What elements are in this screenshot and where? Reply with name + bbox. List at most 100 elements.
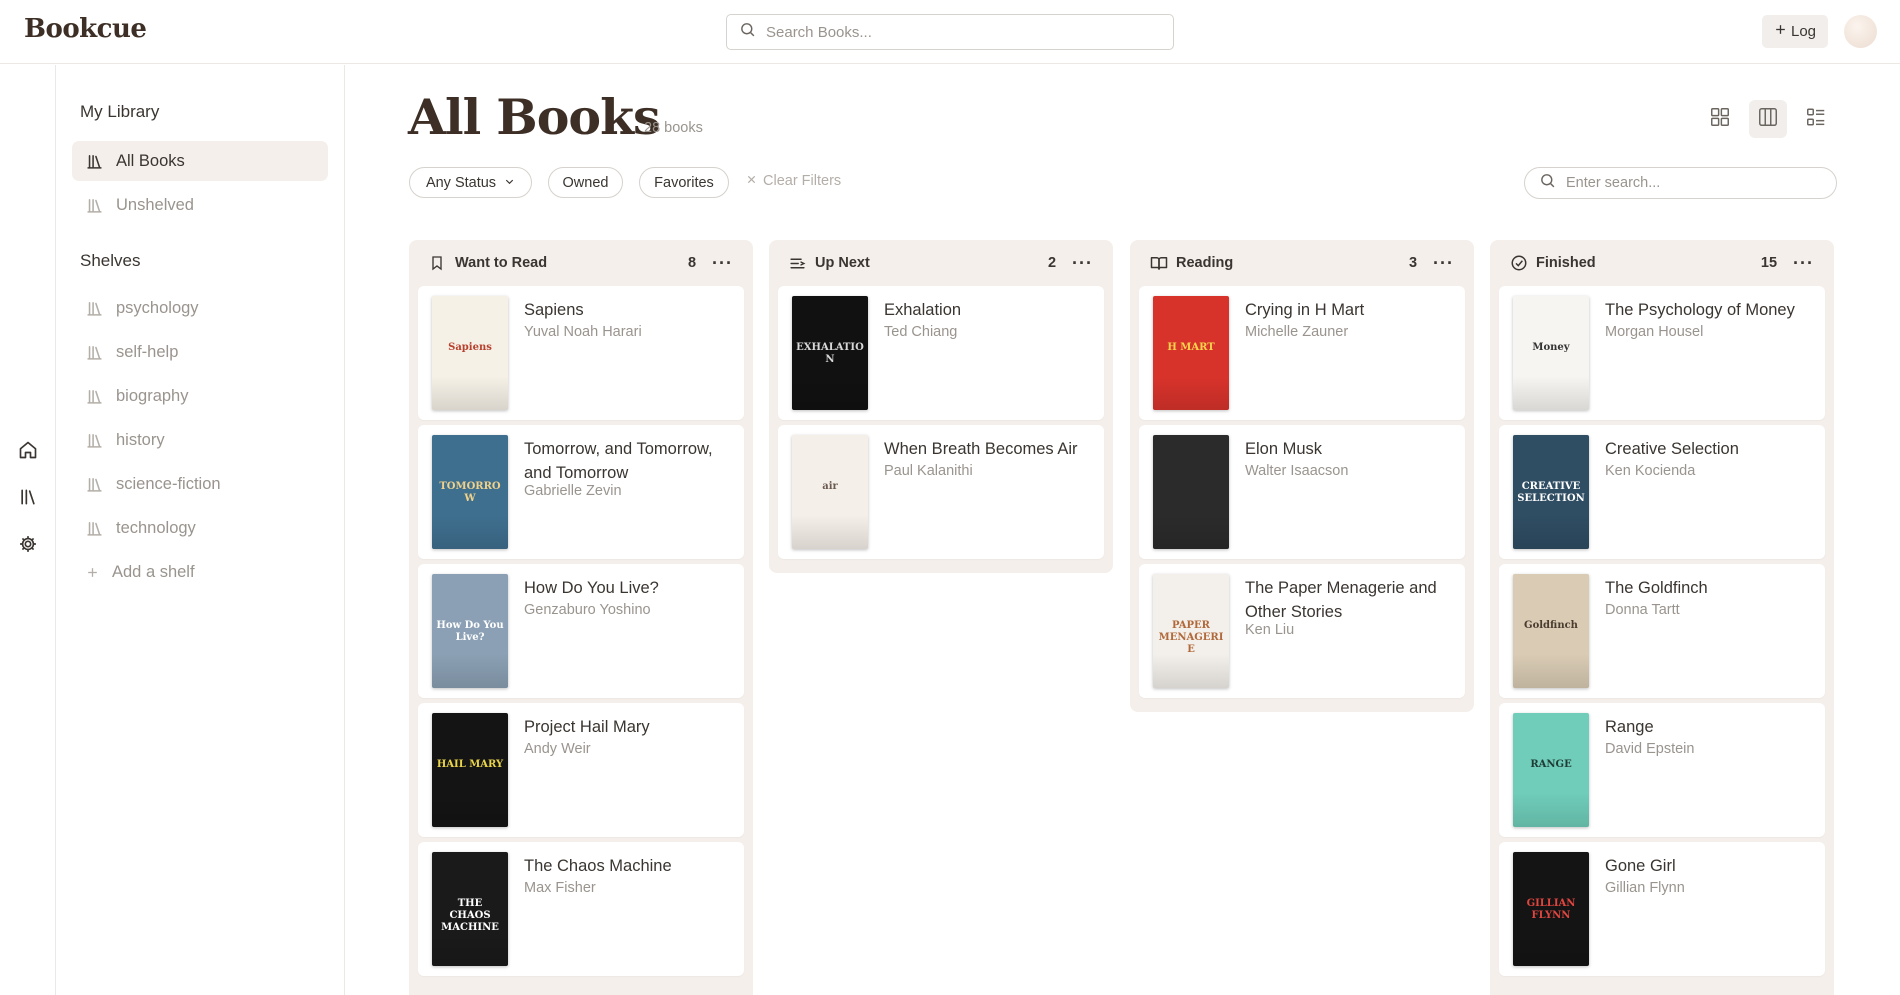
book-cover-text: EXHALATION [796, 341, 864, 365]
book-card[interactable]: HAIL MARY Project Hail Mary Andy Weir [418, 703, 744, 837]
grid-icon [1709, 106, 1731, 133]
column-count: 8 [687, 255, 697, 271]
book-card[interactable]: How Do You Live? How Do You Live? Genzabur… [418, 564, 744, 698]
more-options-icon[interactable]: ··· [1072, 254, 1093, 272]
book-author: Walter Isaacson [1245, 463, 1349, 479]
book-title: Tomorrow, and Tomorrow, and Tomorrow [524, 440, 713, 482]
library-icon [86, 431, 104, 449]
view-grid-button[interactable] [1701, 100, 1739, 138]
column-header: Finished 15 ··· [1499, 240, 1825, 286]
page-title: All Books [408, 88, 661, 146]
sidebar-item-technology[interactable]: technology [72, 508, 328, 548]
book-cover[interactable]: GILLIAN FLYNN [1513, 852, 1589, 966]
icon-rail [0, 65, 56, 995]
column-up-next: Up Next 2 ··· EXHALATION Exhalation Ted Chian… [769, 240, 1113, 573]
book-card[interactable]: H MART Crying in H Mart Michelle Zauner [1139, 286, 1465, 420]
book-cover[interactable]: air [792, 435, 868, 549]
book-card[interactable]: Sapiens Sapiens Yuval Noah Harari [418, 286, 744, 420]
favorites-filter-pill[interactable]: Favorites [639, 167, 729, 198]
sidebar-item-unshelved[interactable]: Unshelved [72, 185, 328, 225]
sidebar-item-label: biography [116, 386, 189, 405]
clear-filters-label: Clear Filters [763, 173, 842, 189]
sidebar-item-label: history [116, 430, 165, 449]
book-cover[interactable]: THE CHAOS MACHINE [432, 852, 508, 966]
sidebar-item-all-books[interactable]: All Books [72, 141, 328, 181]
chevron-down-icon [504, 175, 515, 191]
library-icon [86, 519, 104, 537]
add-shelf-button[interactable]: Add a shelf [72, 552, 328, 592]
sidebar-item-self-help[interactable]: self-help [72, 332, 328, 372]
book-cover[interactable]: HAIL MARY [432, 713, 508, 827]
book-card[interactable]: CREATIVE SELECTION Creative Selection Ken … [1499, 425, 1825, 559]
library-icon[interactable] [17, 486, 39, 508]
library-icon [86, 299, 104, 317]
sidebar-item-label: All Books [116, 151, 185, 170]
bookmark-icon [429, 254, 447, 272]
library-heading: My Library [80, 102, 160, 121]
book-cover[interactable] [1153, 435, 1229, 549]
home-icon[interactable] [17, 439, 39, 461]
more-options-icon[interactable]: ··· [1793, 254, 1814, 272]
book-title: The Goldfinch [1605, 579, 1708, 597]
shelves-heading: Shelves [80, 251, 141, 270]
book-cover[interactable]: Goldfinch [1513, 574, 1589, 688]
book-search-input[interactable] [1566, 175, 1826, 191]
global-search-input[interactable] [766, 23, 1146, 41]
book-search[interactable] [1524, 167, 1837, 199]
book-card[interactable]: EXHALATION Exhalation Ted Chiang [778, 286, 1104, 420]
book-card[interactable]: Goldfinch The Goldfinch Donna Tartt [1499, 564, 1825, 698]
book-cover[interactable]: PAPER MENAGERIE [1153, 574, 1229, 688]
sidebar-item-biography[interactable]: biography [72, 376, 328, 416]
sidebar-item-history[interactable]: history [72, 420, 328, 460]
sidebar-item-label: technology [116, 518, 196, 537]
status-filter-label: Any Status [425, 174, 497, 191]
list-view-icon [1805, 106, 1827, 133]
book-card[interactable]: RANGE Range David Epstein [1499, 703, 1825, 837]
avatar[interactable] [1844, 15, 1877, 48]
sidebar-item-science-fiction[interactable]: science-fiction [72, 464, 328, 504]
book-cover[interactable]: CREATIVE SELECTION [1513, 435, 1589, 549]
view-board-button[interactable] [1749, 100, 1787, 138]
book-card[interactable]: GILLIAN FLYNN Gone Girl Gillian Flynn [1499, 842, 1825, 976]
global-search[interactable] [726, 14, 1174, 50]
columns-icon [1757, 106, 1779, 133]
book-author: Genzaburo Yoshino [524, 602, 651, 618]
book-card[interactable]: Money The Psychology of Money Morgan House… [1499, 286, 1825, 420]
book-cover[interactable]: TOMORROW [432, 435, 508, 549]
log-button[interactable]: Log [1762, 15, 1828, 48]
book-title: The Paper Menagerie and Other Stories [1245, 579, 1437, 621]
column-title: Up Next [815, 255, 870, 271]
book-cover[interactable]: EXHALATION [792, 296, 868, 410]
app-logo[interactable]: Bookcue [24, 14, 147, 44]
more-options-icon[interactable]: ··· [1433, 254, 1454, 272]
clear-filters-button[interactable]: Clear Filters [746, 173, 841, 189]
sidebar-item-label: self-help [116, 342, 179, 361]
book-card[interactable]: air When Breath Becomes Air Paul Kalanithi [778, 425, 1104, 559]
book-cover-text: GILLIAN FLYNN [1526, 897, 1576, 921]
column-count: 15 [1760, 255, 1778, 271]
sidebar-item-label: Unshelved [116, 195, 194, 214]
gear-icon[interactable] [17, 533, 39, 555]
favorites-filter-label: Favorites [654, 174, 714, 191]
plus-icon [1774, 23, 1787, 40]
book-cover-text: HAIL MARY [436, 758, 504, 770]
book-card[interactable]: TOMORROW Tomorrow, and Tomorrow, and Tomo… [418, 425, 744, 559]
book-card[interactable]: THE CHAOS MACHINE The Chaos Machine Max Fi… [418, 842, 744, 976]
sidebar-item-psychology[interactable]: psychology [72, 288, 328, 328]
book-cover[interactable]: Money [1513, 296, 1589, 410]
column-title: Reading [1176, 255, 1234, 271]
status-filter-dropdown[interactable]: Any Status [409, 167, 532, 198]
book-author: Andy Weir [524, 741, 591, 757]
sidebar-item-label: science-fiction [116, 474, 221, 493]
book-cover[interactable]: H MART [1153, 296, 1229, 410]
book-title: Gone Girl [1605, 857, 1676, 875]
book-cover[interactable]: How Do You Live? [432, 574, 508, 688]
book-cover[interactable]: Sapiens [432, 296, 508, 410]
view-list-button[interactable] [1797, 100, 1835, 138]
log-button-label: Log [1790, 23, 1817, 40]
book-card[interactable]: PAPER MENAGERIE The Paper Menagerie and O… [1139, 564, 1465, 698]
book-cover[interactable]: RANGE [1513, 713, 1589, 827]
more-options-icon[interactable]: ··· [712, 254, 733, 272]
book-card[interactable]: Elon Musk Walter Isaacson [1139, 425, 1465, 559]
owned-filter-pill[interactable]: Owned [548, 167, 623, 198]
